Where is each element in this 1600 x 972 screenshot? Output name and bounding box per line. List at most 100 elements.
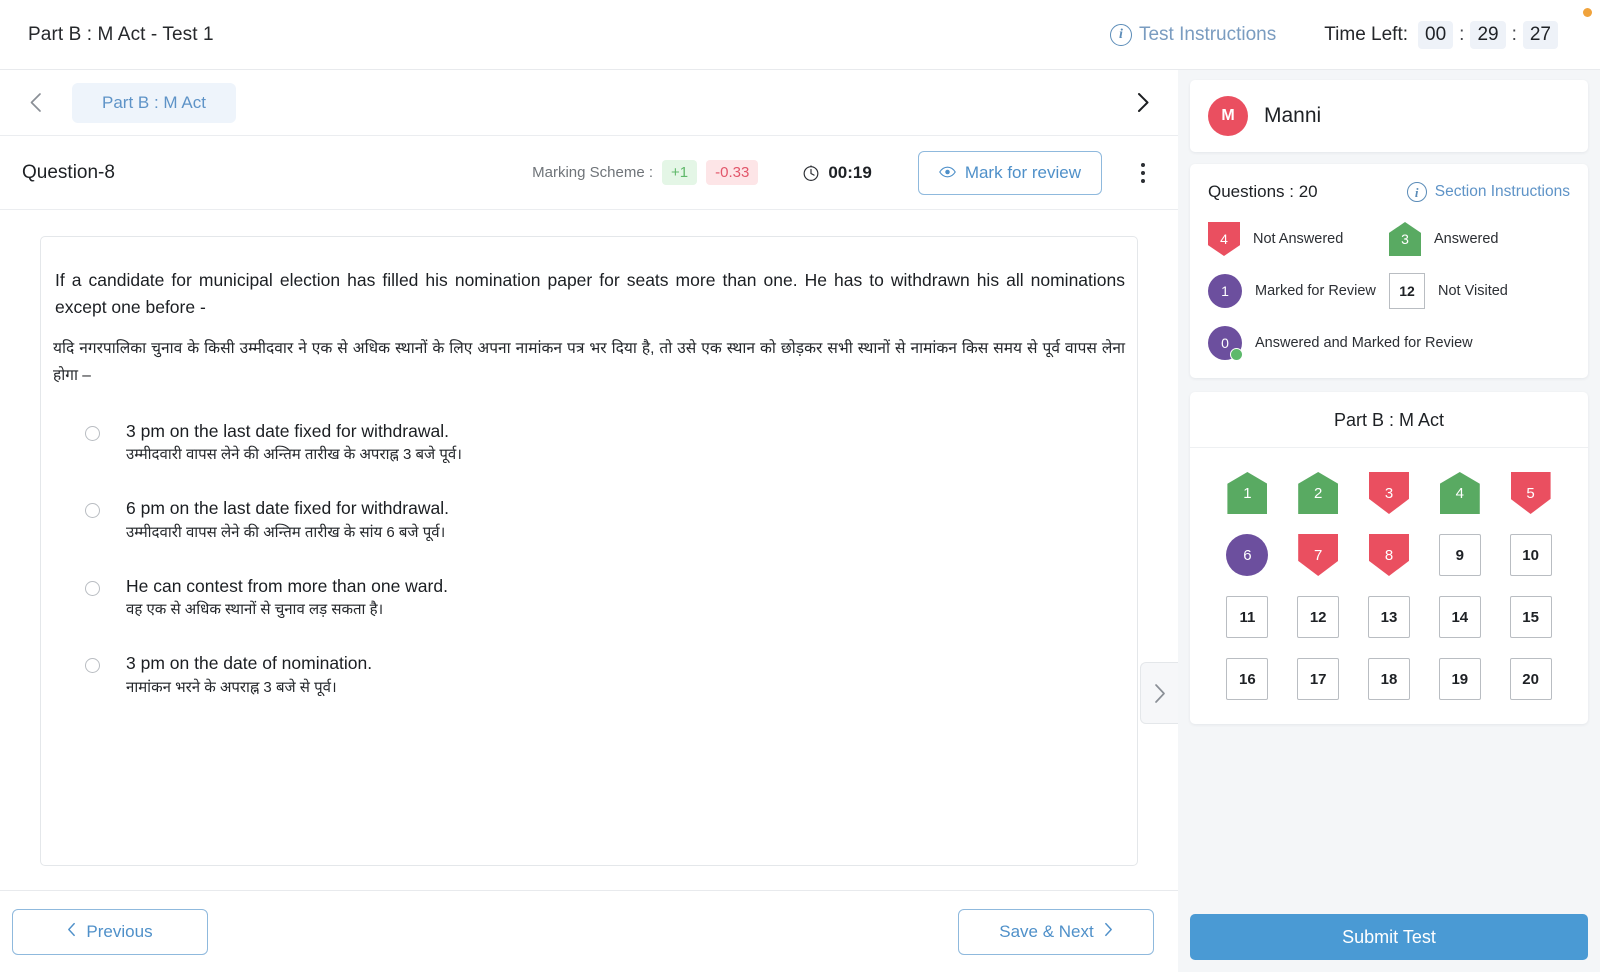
- palette-question-15[interactable]: 15: [1509, 596, 1552, 638]
- palette-question-10[interactable]: 10: [1509, 534, 1552, 576]
- option-radio-4[interactable]: [85, 658, 100, 674]
- option-label-english: 6 pm on the last date fixed for withdraw…: [126, 498, 449, 519]
- option-texts: 6 pm on the last date fixed for withdraw…: [126, 497, 449, 545]
- palette-question-4[interactable]: 4: [1439, 472, 1480, 514]
- marks-negative-badge: -0.33: [706, 160, 759, 185]
- option-texts: He can contest from more than one ward. …: [126, 575, 448, 623]
- question-timer: 00:19: [802, 162, 872, 183]
- palette-question-1[interactable]: 1: [1227, 472, 1268, 514]
- legend-label: Not Answered: [1253, 231, 1344, 247]
- status-header: Questions : 20 i Section Instructions: [1208, 182, 1570, 202]
- question-timer-value: 00:19: [828, 162, 872, 182]
- notification-dot-icon: [1583, 8, 1592, 17]
- question-text-english: If a candidate for municipal election ha…: [55, 270, 1125, 318]
- question-body-area: If a candidate for municipal election ha…: [0, 210, 1178, 890]
- option-row[interactable]: He can contest from more than one ward. …: [63, 575, 1125, 623]
- palette-section-title: Part B : M Act: [1190, 392, 1588, 448]
- palette-question-11[interactable]: 11: [1226, 596, 1269, 638]
- option-radio-2[interactable]: [85, 503, 100, 519]
- kebab-dot-1: [1141, 162, 1145, 167]
- question-palette-card: Part B : M Act 1 2 3 4 5 6 7 8 9 10 11 12 13 14 15 16 17…: [1190, 392, 1588, 724]
- not-visited-badge-icon: 12: [1389, 273, 1425, 309]
- option-row[interactable]: 3 pm on the date of nomination. नामांकन …: [63, 652, 1125, 700]
- legend-item-answered: 3 Answered: [1389, 222, 1570, 256]
- legend-label: Answered: [1434, 231, 1499, 247]
- time-left-display: Time Left: 00 : 29 : 27: [1324, 20, 1558, 49]
- previous-label: Previous: [86, 921, 153, 941]
- more-options-icon[interactable]: [1130, 158, 1156, 188]
- answered-and-marked-badge-icon: 0: [1208, 326, 1243, 361]
- section-tab-part-b[interactable]: Part B : M Act: [72, 82, 236, 123]
- palette-question-16[interactable]: 16: [1226, 658, 1269, 700]
- palette-question-18[interactable]: 18: [1367, 658, 1410, 700]
- mark-for-review-label: Mark for review: [964, 162, 1081, 182]
- question-toolbar: Question-8 Marking Scheme : +1 -0.33 00:…: [0, 136, 1178, 210]
- question-toolbar-right: Marking Scheme : +1 -0.33 00:19 Mark for…: [532, 150, 1156, 195]
- palette-question-8[interactable]: 8: [1368, 534, 1409, 576]
- previous-button[interactable]: Previous: [12, 908, 208, 955]
- mark-for-review-button[interactable]: Mark for review: [917, 150, 1102, 195]
- avatar: M: [1208, 96, 1248, 136]
- option-row[interactable]: 3 pm on the last date fixed for withdraw…: [63, 420, 1125, 468]
- question-card: If a candidate for municipal election ha…: [40, 236, 1138, 866]
- option-label-english: 3 pm on the last date fixed for withdraw…: [126, 420, 449, 441]
- chevron-right-icon: [1104, 922, 1113, 942]
- timer-colon-2: :: [1511, 23, 1517, 45]
- user-card: M Manni: [1190, 80, 1588, 152]
- palette-question-14[interactable]: 14: [1438, 596, 1481, 638]
- legend-item-marked-for-review: 1 Marked for Review: [1208, 274, 1389, 308]
- option-texts: 3 pm on the last date fixed for withdraw…: [126, 420, 462, 468]
- palette-question-6[interactable]: 6: [1226, 534, 1269, 576]
- questions-count-label: Questions : 20: [1208, 182, 1318, 201]
- legend-item-not-visited: 12 Not Visited: [1389, 273, 1570, 309]
- palette-question-3[interactable]: 3: [1368, 472, 1409, 514]
- legend-label: Answered and Marked for Review: [1255, 335, 1473, 351]
- kebab-dot-2: [1141, 170, 1145, 175]
- sidebar-panel: M Manni Questions : 20 i Section Instruc…: [1178, 70, 1600, 972]
- info-icon: i: [1406, 182, 1427, 202]
- palette-question-17[interactable]: 17: [1297, 658, 1340, 700]
- legend-item-answered-and-marked: 0 Answered and Marked for Review: [1208, 326, 1570, 361]
- option-radio-3[interactable]: [85, 580, 100, 596]
- palette-question-13[interactable]: 13: [1367, 596, 1410, 638]
- page-title: Part B : M Act - Test 1: [28, 23, 214, 45]
- palette-question-20[interactable]: 20: [1509, 658, 1552, 700]
- palette-question-7[interactable]: 7: [1298, 534, 1339, 576]
- option-row[interactable]: 6 pm on the last date fixed for withdraw…: [63, 497, 1125, 545]
- palette-question-5[interactable]: 5: [1510, 472, 1551, 514]
- timer-seconds: 27: [1522, 20, 1558, 49]
- marking-scheme-label: Marking Scheme :: [532, 164, 654, 181]
- section-tab-bar: Part B : M Act: [0, 70, 1178, 136]
- palette-question-19[interactable]: 19: [1438, 658, 1481, 700]
- submit-test-wrapper: Submit Test: [1190, 914, 1588, 960]
- test-instructions-button[interactable]: i Test Instructions: [1109, 23, 1277, 46]
- section-instructions-label: Section Instructions: [1434, 183, 1570, 200]
- marked-for-review-badge-icon: 1: [1208, 274, 1242, 308]
- options-list: 3 pm on the last date fixed for withdraw…: [53, 414, 1125, 701]
- legend-row: 0 Answered and Marked for Review: [1208, 326, 1570, 361]
- eye-icon: [938, 163, 956, 183]
- top-bar: Part B : M Act - Test 1 i Test Instructi…: [0, 0, 1600, 70]
- panel-collapse-handle[interactable]: [1140, 662, 1178, 724]
- chevron-left-icon[interactable]: [22, 90, 48, 116]
- timer-minutes: 29: [1470, 20, 1506, 49]
- legend-row: 4 Not Answered 3 Answered: [1208, 222, 1570, 256]
- clock-icon: [802, 164, 820, 182]
- save-and-next-button[interactable]: Save & Next: [958, 908, 1154, 955]
- test-instructions-label: Test Instructions: [1138, 23, 1277, 45]
- option-texts: 3 pm on the date of nomination. नामांकन …: [126, 652, 372, 700]
- section-instructions-button[interactable]: i Section Instructions: [1406, 182, 1570, 202]
- question-text-hindi: यदि नगरपालिका चुनाव के किसी उम्मीदवार ने…: [53, 340, 1125, 385]
- submit-test-button[interactable]: Submit Test: [1190, 914, 1588, 960]
- chevron-right-icon[interactable]: [1130, 90, 1156, 116]
- palette-question-2[interactable]: 2: [1298, 472, 1339, 514]
- palette-question-9[interactable]: 9: [1438, 534, 1481, 576]
- option-label-hindi: उम्मीदवारी वापस लेने की अन्तिम तारीख के …: [126, 446, 462, 464]
- palette-question-12[interactable]: 12: [1297, 596, 1340, 638]
- marking-scheme: Marking Scheme : +1 -0.33: [532, 160, 759, 185]
- option-label-english: 3 pm on the date of nomination.: [126, 653, 373, 674]
- user-name: Manni: [1264, 104, 1322, 127]
- option-radio-1[interactable]: [85, 425, 100, 441]
- legend-label: Marked for Review: [1255, 283, 1376, 299]
- time-left-label: Time Left:: [1324, 23, 1409, 45]
